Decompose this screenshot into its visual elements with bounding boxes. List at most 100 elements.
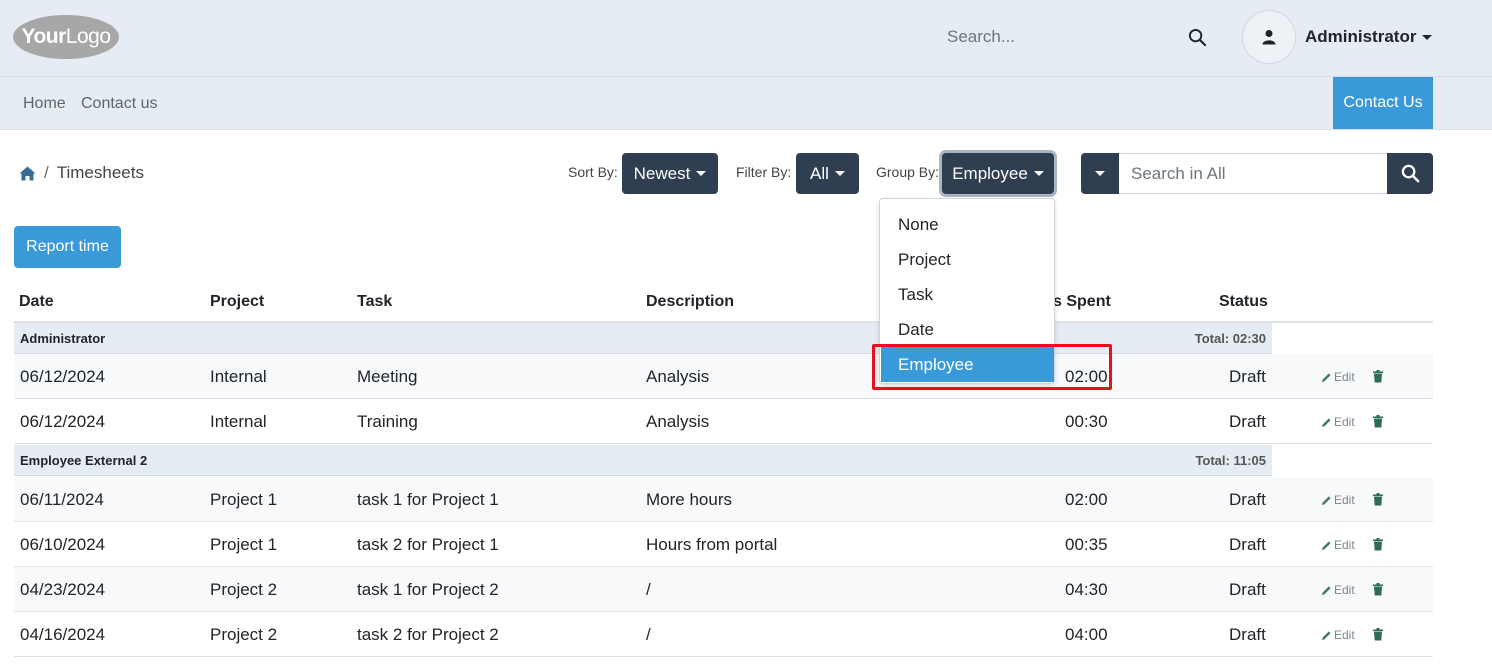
trash-icon[interactable] [1372,493,1384,506]
cell-status: Draft [1229,580,1266,599]
filter-by-label: Filter By: [736,164,792,180]
column-header-description[interactable]: Description [646,293,734,311]
header-search-button[interactable] [1180,20,1214,54]
edit-link[interactable]: Edit [1321,538,1355,552]
pencil-icon [1322,540,1331,550]
group-by-label: Group By: [876,164,940,180]
group-by-option-project[interactable]: Project [881,242,1054,277]
breadcrumb-current: Timesheets [56,163,144,182]
table-row[interactable]: 06/12/2024 Internal Meeting Analysis 02:… [14,354,1433,399]
search-icon [1188,28,1206,46]
edit-link[interactable]: Edit [1321,628,1355,642]
group-by-dropdown[interactable]: Employee [942,153,1054,194]
table-row[interactable]: 06/11/2024 Project 1 task 1 for Project … [14,477,1433,522]
trash-icon[interactable] [1372,538,1384,551]
edit-link[interactable]: Edit [1321,415,1355,429]
cell-task: task 1 for Project 2 [357,580,499,599]
table-search-button[interactable] [1387,153,1433,194]
home-icon[interactable] [19,166,36,181]
caret-down-icon [1095,171,1105,176]
cell-date: 04/23/2024 [20,580,106,599]
group-by-option-none[interactable]: None [881,207,1054,242]
report-time-button[interactable]: Report time [14,226,121,268]
sort-by-label: Sort By: [568,164,618,180]
cell-task: task 1 for Project 1 [357,490,499,509]
cell-task: Meeting [357,367,418,386]
cell-description: Hours from portal [646,535,778,554]
table-search-input[interactable] [1119,153,1387,194]
table-row[interactable]: 04/16/2024 Project 2 task 2 for Project … [14,612,1433,657]
cell-hours: 02:00 [1065,367,1108,386]
column-header-hours-spent[interactable]: s Spent [1053,293,1111,311]
edit-label: Edit [1334,493,1355,507]
column-header-task[interactable]: Task [357,293,392,311]
breadcrumb-separator: / [44,163,49,182]
cell-description: / [646,580,651,599]
cell-description: Analysis [646,412,710,431]
main-navbar [0,77,1492,130]
pencil-icon [1322,630,1331,640]
edit-link[interactable]: Edit [1321,493,1355,507]
cell-description: More hours [646,490,732,509]
cell-project: Project 1 [210,535,278,554]
group-row-employee-external-2: Employee External 2 Total: 11:05 [14,445,1272,476]
group-by-option-task[interactable]: Task [881,277,1054,312]
breadcrumb: / Timesheets [19,163,144,183]
company-logo[interactable]: YourLogo [13,15,119,59]
column-header-date[interactable]: Date [19,293,54,311]
cell-hours: 04:30 [1065,580,1108,599]
nav-home-link[interactable]: Home [23,95,66,113]
cell-project: Project 2 [210,580,278,599]
caret-down-icon [1033,171,1044,176]
pencil-icon [1322,495,1331,505]
cell-task: task 2 for Project 1 [357,535,499,554]
cell-date: 06/12/2024 [20,412,106,431]
caret-down-icon [696,171,707,176]
pencil-icon [1322,417,1331,427]
cell-description: / [646,625,651,644]
caret-down-icon [1422,35,1433,41]
edit-label: Edit [1334,628,1355,642]
header-search-input[interactable] [935,20,1175,54]
contact-us-button[interactable]: Contact Us [1333,77,1433,129]
search-scope-dropdown[interactable] [1081,153,1119,194]
cell-date: 06/12/2024 [20,367,106,386]
trash-icon[interactable] [1372,415,1384,428]
group-by-option-date[interactable]: Date [881,312,1054,347]
edit-link[interactable]: Edit [1321,370,1355,384]
user-name-label: Administrator [1305,27,1417,46]
caret-down-icon [834,171,845,176]
logo-text-thin: Logo [65,25,111,48]
table-row[interactable]: 06/10/2024 Project 1 task 2 for Project … [14,522,1433,567]
edit-link[interactable]: Edit [1321,583,1355,597]
cell-project: Project 2 [210,625,278,644]
column-header-status[interactable]: Status [1219,293,1268,311]
group-name: Employee External 2 [20,453,148,468]
cell-project: Internal [210,367,267,386]
table-row[interactable]: 04/23/2024 Project 2 task 1 for Project … [14,567,1433,612]
table-search-group [1081,153,1433,194]
user-avatar[interactable] [1242,10,1296,64]
user-menu-toggle[interactable]: Administrator [1305,27,1433,47]
trash-icon[interactable] [1372,628,1384,641]
edit-label: Edit [1334,370,1355,384]
group-row-administrator: Administrator Total: 02:30 [14,323,1272,354]
table-row[interactable]: 06/12/2024 Internal Training Analysis 00… [14,399,1433,444]
group-total: Total: 02:30 [1194,331,1266,346]
filter-by-dropdown[interactable]: All [796,153,859,194]
cell-task: Training [357,412,418,431]
cell-hours: 00:35 [1065,535,1108,554]
cell-hours: 02:00 [1065,490,1108,509]
cell-status: Draft [1229,367,1266,386]
nav-contact-link[interactable]: Contact us [81,95,157,113]
sort-by-dropdown[interactable]: Newest [622,153,718,194]
trash-icon[interactable] [1372,370,1384,383]
group-by-value: Employee [952,163,1028,183]
column-header-project[interactable]: Project [210,293,264,311]
edit-label: Edit [1334,415,1355,429]
group-by-option-employee[interactable]: Employee [881,347,1054,382]
search-icon [1401,164,1419,183]
cell-date: 04/16/2024 [20,625,106,644]
trash-icon[interactable] [1372,583,1384,596]
cell-project: Internal [210,412,267,431]
